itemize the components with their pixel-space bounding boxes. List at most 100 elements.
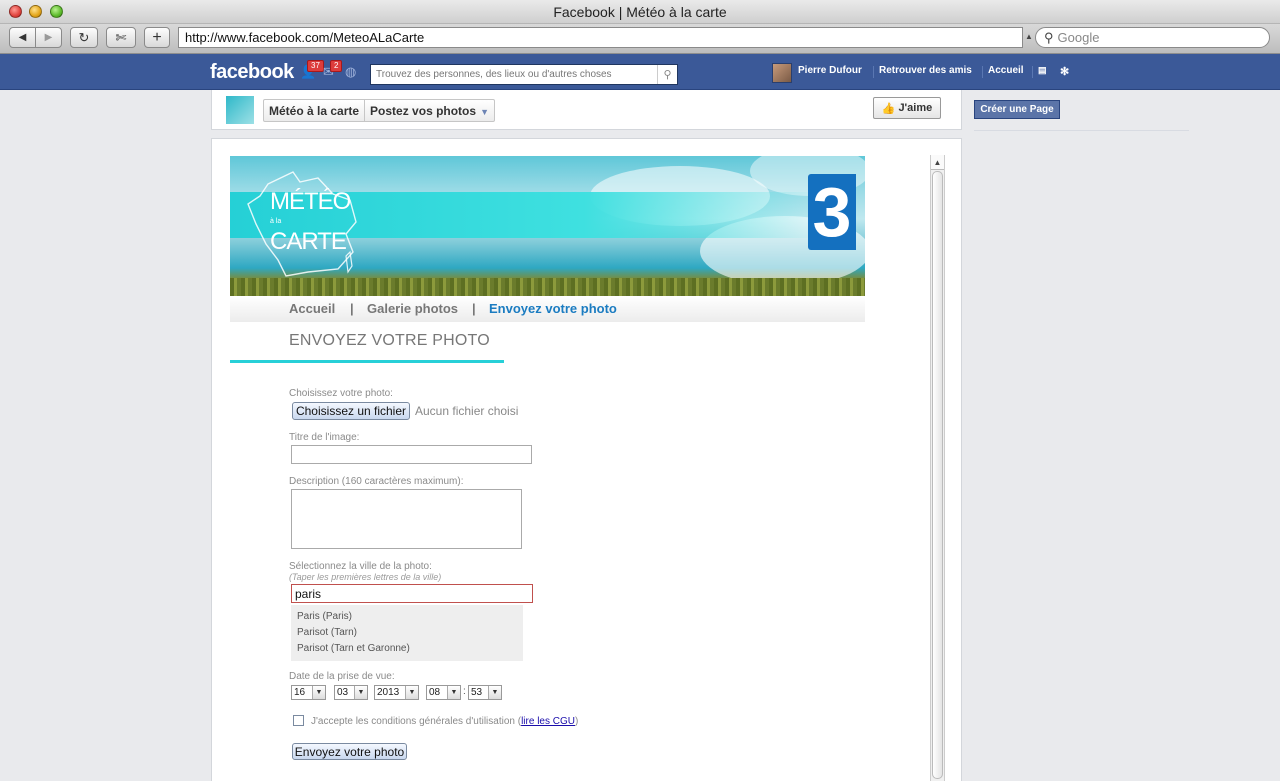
search-icon: ⚲ <box>1044 29 1054 45</box>
chevron-down-icon: ▼ <box>354 686 367 699</box>
header-divider <box>873 66 874 78</box>
file-status: Aucun fichier choisi <box>415 404 519 418</box>
city-input[interactable]: paris <box>291 584 533 603</box>
hour-value: 08 <box>429 687 441 698</box>
scrollbar-thumb[interactable] <box>932 171 943 779</box>
nav-separator: | <box>472 301 476 316</box>
scroll-up-icon[interactable]: ▲ <box>931 155 944 170</box>
page-name[interactable]: Météo à la carte <box>264 100 364 121</box>
suggestion-item[interactable]: Parisot (Tarn et Garonne) <box>297 643 410 654</box>
sidebar-divider <box>974 130 1189 131</box>
settings-gear-icon[interactable]: ✻ <box>1060 65 1069 78</box>
header-divider <box>1032 66 1033 78</box>
snapback-icon[interactable]: ▲ <box>1025 32 1033 41</box>
hour-select[interactable]: 08 ▼ <box>426 685 461 700</box>
browser-search-placeholder: Google <box>1057 30 1100 45</box>
chevron-down-icon: ▼ <box>488 686 501 699</box>
minute-select[interactable]: 53 ▼ <box>468 685 502 700</box>
page-tab-label: Postez vos photos <box>370 104 477 118</box>
nav-separator: | <box>350 301 354 316</box>
like-button[interactable]: 👍 J'aime <box>873 97 941 119</box>
page-tab-selector[interactable]: Météo à la carte Postez vos photos ▼ <box>263 99 495 122</box>
description-textarea[interactable] <box>291 489 522 549</box>
facebook-header: facebook 👤37 ✉2 ◍ Trouvez des personnes,… <box>0 54 1280 90</box>
banner-logo-text: MÉTÉO à la CARTE <box>270 188 351 254</box>
day-value: 16 <box>294 687 306 698</box>
description-label: Description (160 caractères maximum): <box>289 476 464 487</box>
messages-icon[interactable]: ✉ 2 <box>323 60 343 80</box>
page-title: ENVOYEZ VOTRE PHOTO <box>289 332 490 349</box>
page-thumbnail[interactable] <box>226 96 254 124</box>
terms-text: J'accepte les conditions générales d'uti… <box>311 716 515 727</box>
city-label: Sélectionnez la ville de la photo: <box>289 561 432 572</box>
friend-requests-icon[interactable]: 👤37 <box>300 60 324 80</box>
home-link[interactable]: Accueil <box>988 65 1024 76</box>
create-page-button[interactable]: Créer une Page <box>974 100 1060 119</box>
nav-send-photo[interactable]: Envoyez votre photo <box>489 301 617 316</box>
terms-link[interactable]: lire les CGU <box>521 716 575 727</box>
city-hint: (Taper les premières lettres de la ville… <box>289 572 442 582</box>
title-label: Titre de l'image: <box>289 432 360 443</box>
year-value: 2013 <box>377 687 400 698</box>
reload-button[interactable]: ↻ <box>70 27 98 48</box>
chevron-down-icon: ▼ <box>480 107 489 117</box>
window-titlebar: Facebook | Météo à la carte <box>0 0 1280 24</box>
browser-search-field[interactable]: ⚲ Google <box>1035 27 1270 48</box>
forward-icon[interactable]: ▶ <box>36 32 61 43</box>
city-suggestions: Paris (Paris) Parisot (Tarn) Parisot (Ta… <box>291 605 523 661</box>
nav-gallery[interactable]: Galerie photos <box>367 301 458 316</box>
back-icon[interactable]: ◀ <box>10 32 35 43</box>
day-select[interactable]: 16 ▼ <box>291 685 326 700</box>
plus-icon: + <box>152 28 162 46</box>
chevron-down-icon: ▼ <box>312 686 325 699</box>
terms-label: J'accepte les conditions générales d'uti… <box>311 716 578 727</box>
minute-value: 53 <box>471 687 483 698</box>
suggestion-item[interactable]: Parisot (Tarn) <box>297 627 357 638</box>
like-label: J'aime <box>898 102 933 114</box>
choose-file-button[interactable]: Choisissez un fichier <box>292 402 410 420</box>
terms-paren-close: ) <box>574 716 579 727</box>
privacy-shortcuts-icon[interactable]: ▤ <box>1038 65 1047 76</box>
banner-grass <box>230 278 865 296</box>
snippet-button[interactable]: ✄ <box>106 27 136 48</box>
time-separator: : <box>463 686 466 697</box>
chevron-down-icon: ▼ <box>447 686 460 699</box>
facebook-logo[interactable]: facebook <box>210 61 294 84</box>
submit-photo-button[interactable]: Envoyez votre photo <box>292 743 407 760</box>
title-underline <box>230 360 504 363</box>
header-divider <box>982 66 983 78</box>
messages-badge: 2 <box>330 60 343 72</box>
chevron-down-icon: ▼ <box>405 686 418 699</box>
scissors-icon: ✄ <box>115 29 127 45</box>
year-select[interactable]: 2013 ▼ <box>374 685 419 700</box>
add-bookmark-button[interactable]: + <box>144 27 170 48</box>
reload-icon: ↻ <box>78 29 90 45</box>
france3-logo: 3 <box>808 174 856 250</box>
friend-requests-badge: 37 <box>307 60 324 72</box>
photo-label: Choisissez votre photo: <box>289 388 393 399</box>
back-forward-buttons: ◀ ▶ <box>9 27 62 48</box>
month-select[interactable]: 03 ▼ <box>334 685 368 700</box>
facebook-search-placeholder: Trouvez des personnes, des lieux ou d'au… <box>376 69 612 80</box>
facebook-search-input[interactable]: Trouvez des personnes, des lieux ou d'au… <box>370 64 678 85</box>
find-friends-link[interactable]: Retrouver des amis <box>879 65 972 76</box>
terms-checkbox[interactable] <box>293 715 304 726</box>
app-nav: Accueil | Galerie photos | Envoyez votre… <box>230 296 865 322</box>
search-icon[interactable]: ⚲ <box>657 65 677 84</box>
thumbs-up-icon: 👍 <box>881 102 896 115</box>
date-label: Date de la prise de vue: <box>289 671 395 682</box>
image-title-input[interactable] <box>291 445 532 464</box>
window-title: Facebook | Météo à la carte <box>553 4 727 20</box>
user-name-link[interactable]: Pierre Dufour <box>798 65 862 76</box>
page-tab-dropdown[interactable]: Postez vos photos ▼ <box>364 100 494 121</box>
user-avatar[interactable] <box>772 63 792 83</box>
address-bar[interactable]: http://www.facebook.com/MeteoALaCarte <box>178 27 1023 48</box>
suggestion-item[interactable]: Paris (Paris) <box>297 611 352 622</box>
notifications-globe-icon[interactable]: ◍ <box>345 64 361 80</box>
app-scrollbar[interactable]: ▲ <box>930 155 945 781</box>
month-value: 03 <box>337 687 349 698</box>
banner-title-top: MÉTÉO <box>270 188 351 215</box>
page-header-bar: Météo à la carte Postez vos photos ▼ 👍 J'… <box>211 90 962 130</box>
nav-home[interactable]: Accueil <box>289 301 335 316</box>
app-banner: MÉTÉO à la CARTE 3 <box>230 156 865 296</box>
